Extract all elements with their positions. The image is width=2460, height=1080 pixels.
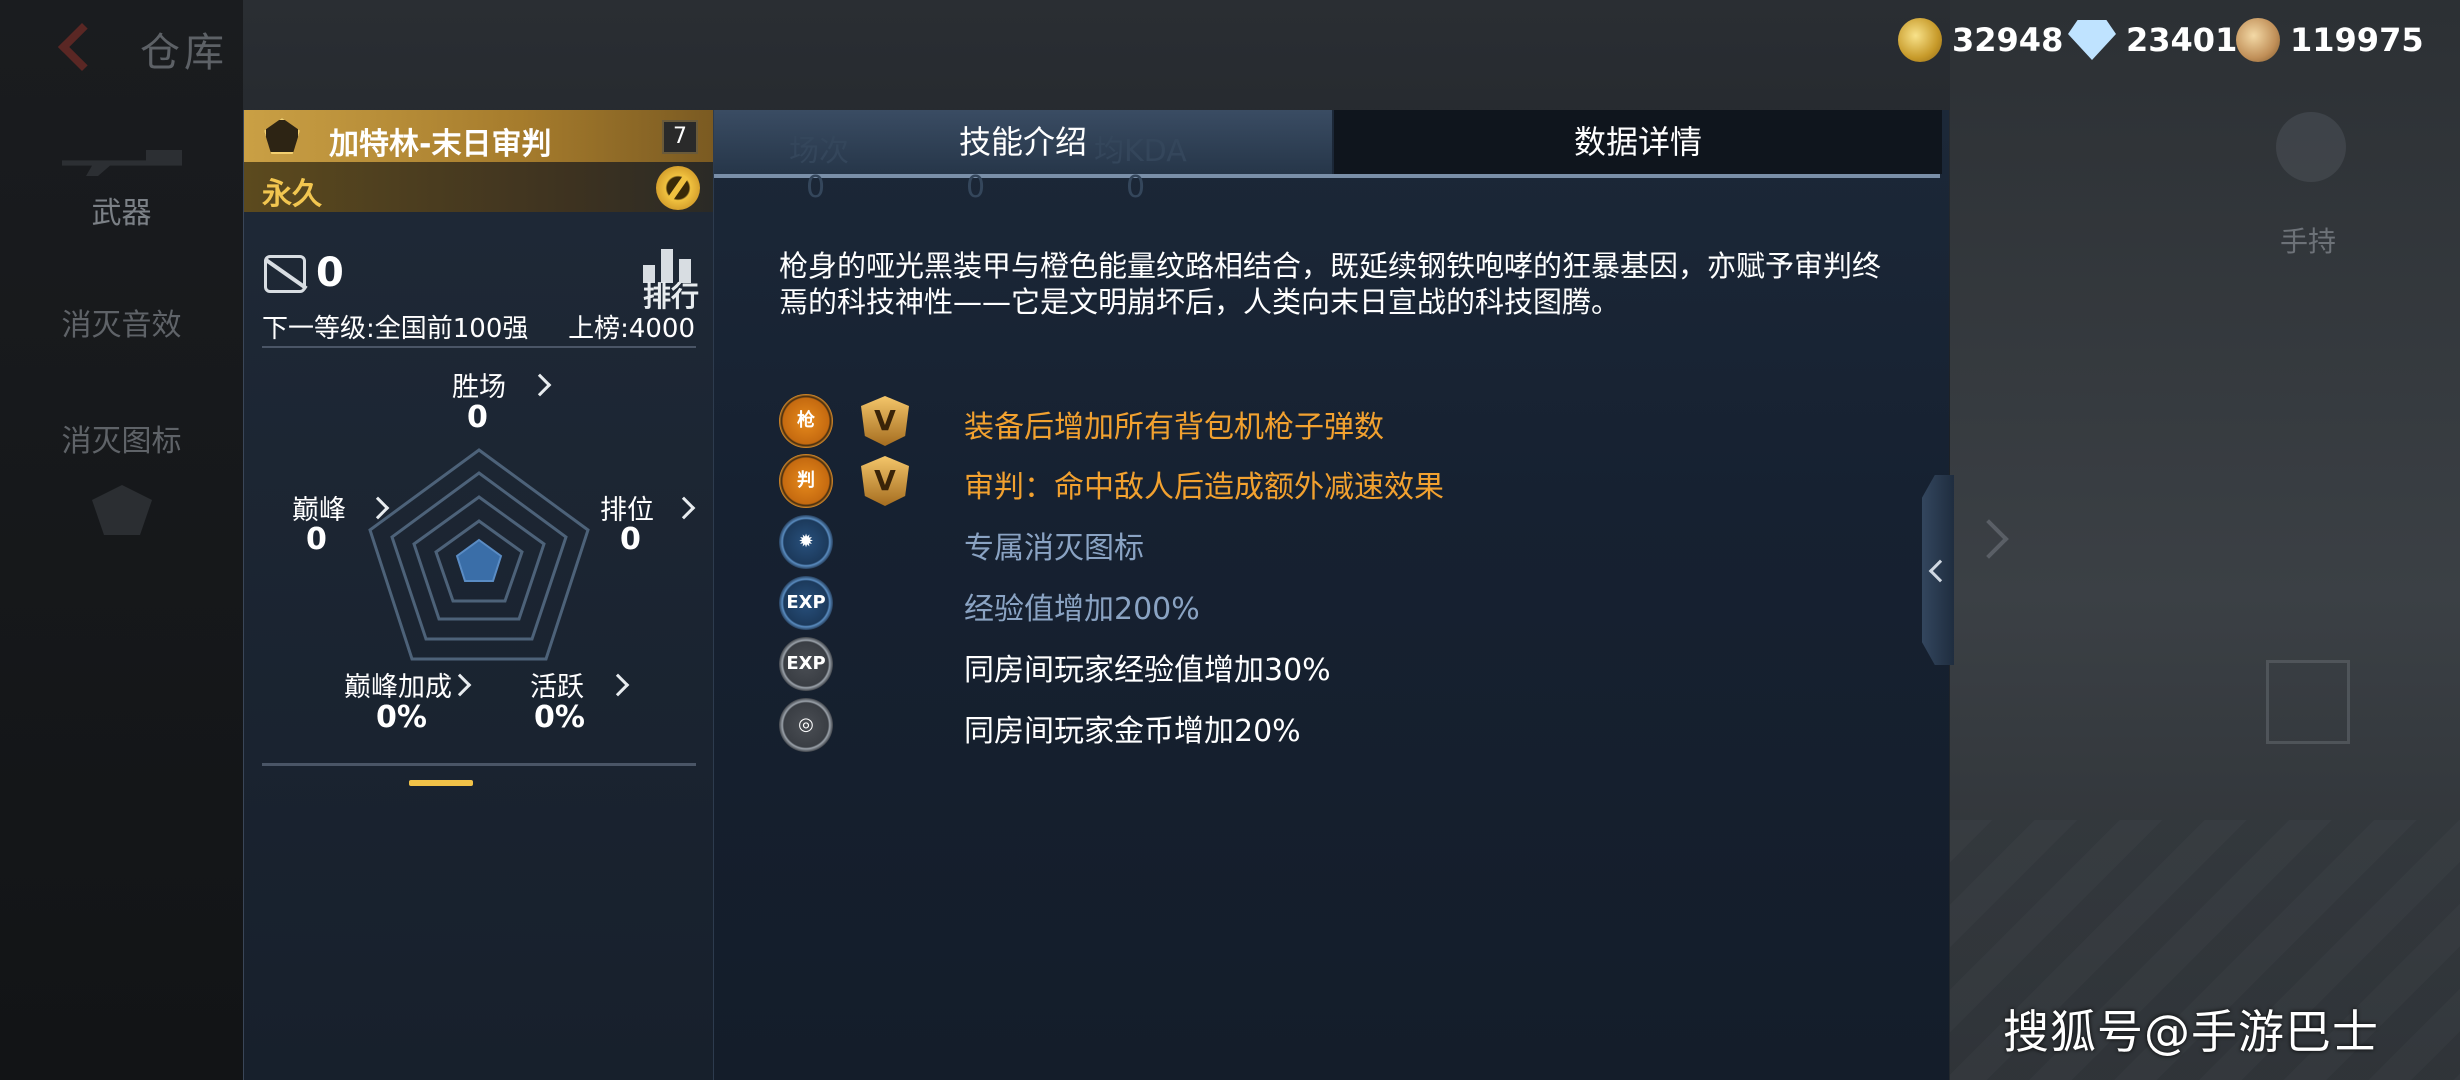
skill-row: EXP 同房间玩家经验值增加30% [779, 637, 1879, 695]
skill-row: ◎ 同房间玩家金币增加20% [779, 698, 1879, 756]
diamond-value: 23401 [2126, 21, 2238, 59]
room-exp-icon: EXP [779, 637, 833, 691]
chevron-right-icon[interactable] [528, 373, 552, 397]
tab-bar: 技能介绍 数据详情 场次 均KDA 0 0 0 [714, 110, 1950, 205]
weapon-card: 加特林-末日审判 7 永久 0 排行 下一等级:全国前100强 上榜:4000 … [243, 110, 714, 1080]
gold-coin-icon [1898, 18, 1942, 62]
weapon-name: 加特林-末日审判 [329, 127, 552, 162]
skill-text: 专属消灭图标 [964, 531, 1144, 566]
stat-peak-bonus-label[interactable]: 巅峰加成 [344, 665, 452, 704]
bronze-value: 119975 [2290, 21, 2424, 59]
kill-emblem-icon: ✹ [779, 515, 833, 569]
diamond-icon [2068, 20, 2116, 60]
weapon-level: 7 [662, 120, 698, 154]
sidebar-item-kill-icon[interactable]: 消灭图标 [0, 416, 243, 460]
watermark: 搜狐号@手游巴士 [2003, 1005, 2379, 1059]
settings-icon[interactable] [2276, 112, 2346, 182]
ghost-zero: 0 [1126, 170, 1146, 205]
gold-value: 32948 [1952, 21, 2064, 59]
page-indicator [409, 780, 473, 786]
skill-text: 同房间玩家经验值增加30% [964, 653, 1331, 688]
room-coin-icon: ◎ [779, 698, 833, 752]
stat-activity-value: 0% [534, 700, 585, 735]
skill-row: EXP 经验值增加200% [779, 576, 1879, 634]
chevron-right-icon[interactable] [448, 673, 472, 697]
kills-count: 0 [316, 250, 344, 296]
details-panel: 技能介绍 数据详情 场次 均KDA 0 0 0 枪身的哑光黑装甲与橙色能量纹路相… [713, 110, 1949, 1080]
chevron-right-icon[interactable] [672, 496, 696, 520]
stat-ranked-value: 0 [620, 522, 641, 557]
hold-label[interactable]: 手持 [2280, 220, 2336, 260]
next-level-text: 下一等级:全国前100强 [262, 314, 529, 344]
exp-icon: EXP [779, 576, 833, 630]
skill-text: 同房间玩家金币增加20% [964, 714, 1301, 749]
bronze-currency[interactable]: 119975 [2236, 18, 2424, 62]
diamond-currency[interactable]: 23401 [2068, 18, 2237, 62]
weapon-card-header: 加特林-末日审判 7 [244, 110, 714, 162]
skill-row: 判 V 审判：命中敌人后造成额外减速效果 [779, 454, 1879, 512]
sidebar-item-weapons[interactable]: 武器 [0, 188, 243, 232]
stat-peak-value: 0 [306, 522, 327, 557]
on-board-text: 上榜:4000 [568, 314, 695, 344]
stat-peak-bonus-value: 0% [376, 700, 427, 735]
skill-row: ✹ 专属消灭图标 [779, 515, 1879, 573]
divider [262, 346, 696, 348]
bronze-coin-icon [2236, 18, 2280, 62]
skill-text: 装备后增加所有背包机枪子弹数 [964, 410, 1384, 445]
gold-currency[interactable]: 32948 [1898, 18, 2063, 62]
weapon-duration: 永久 [262, 177, 322, 212]
ghost-zero: 0 [806, 170, 826, 205]
page-title: 仓库 [140, 30, 228, 76]
divider [262, 763, 696, 766]
tab-data-details[interactable]: 数据详情 [1334, 110, 1942, 174]
judgement-icon: 判 [779, 454, 833, 508]
skill-row: 枪 V 装备后增加所有背包机枪子弹数 [779, 394, 1879, 452]
kills-icon [264, 255, 306, 293]
skill-text: 经验值增加200% [964, 592, 1200, 627]
weapon-duration-bar: 永久 [244, 162, 714, 212]
chevron-right-icon[interactable] [606, 673, 630, 697]
vip-v-icon: V [861, 396, 909, 446]
stat-activity-label[interactable]: 活跃 [530, 665, 584, 704]
sidebar-item-kill-sound[interactable]: 消灭音效 [0, 300, 243, 344]
weapon-description: 枪身的哑光黑装甲与橙色能量纹路相结合，既延续钢铁咆哮的狂暴基因，亦赋予审判终焉的… [779, 249, 1882, 319]
gold-medal-icon[interactable] [656, 166, 700, 210]
back-button[interactable] [55, 22, 115, 72]
ghost-matches: 场次 [789, 134, 849, 169]
skill-text: 审判：命中敌人后造成额外减速效果 [964, 470, 1444, 505]
ghost-zero: 0 [966, 170, 986, 205]
stat-wins-label[interactable]: 胜场 [452, 365, 506, 404]
vip-v-icon: V [861, 456, 909, 506]
machine-gun-icon: 枪 [779, 394, 833, 448]
tab-underline [714, 174, 1940, 178]
goggles-icon[interactable] [2266, 660, 2350, 744]
stat-wins-value: 0 [467, 400, 488, 435]
back-arrow-icon [57, 22, 107, 72]
stats-radar-chart [368, 448, 590, 661]
weapon-rank-icon [264, 118, 300, 154]
ghost-kda: 均KDA [1094, 134, 1187, 169]
